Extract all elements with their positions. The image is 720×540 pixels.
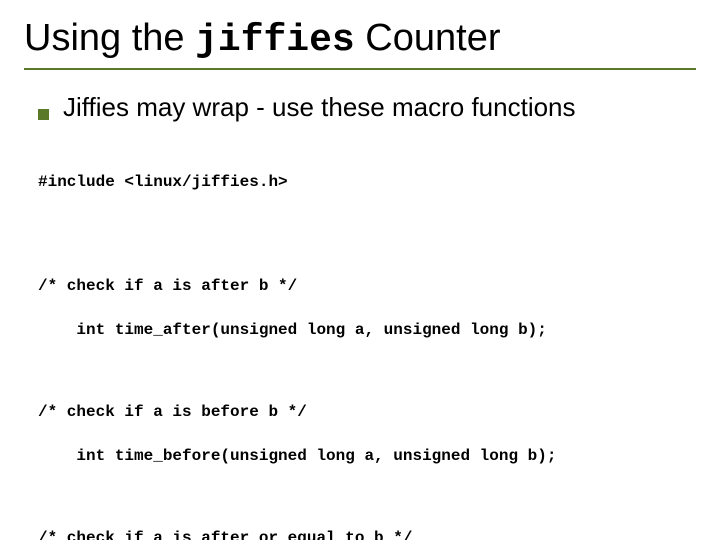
code-include: #include <linux/jiffies.h>	[38, 172, 696, 194]
bullet-square-icon	[38, 109, 49, 120]
code-decl-0: int time_after(unsigned long a, unsigned…	[76, 321, 546, 339]
title-block: Using the jiffies Counter	[24, 18, 696, 70]
slide-title: Using the jiffies Counter	[24, 18, 696, 62]
title-mono: jiffies	[195, 19, 355, 62]
code-comment-1: /* check if a is before b */	[38, 402, 696, 424]
bullet-text: Jiffies may wrap - use these macro funct…	[63, 92, 576, 123]
bullet-row: Jiffies may wrap - use these macro funct…	[38, 92, 696, 123]
slide: Using the jiffies Counter Jiffies may wr…	[0, 0, 720, 540]
title-suffix: Counter	[355, 17, 501, 59]
code-block: #include <linux/jiffies.h> /* check if a…	[38, 127, 696, 540]
code-comment-0: /* check if a is after b */	[38, 276, 696, 298]
code-decl-1: int time_before(unsigned long a, unsigne…	[76, 447, 556, 465]
title-prefix: Using the	[24, 17, 195, 59]
code-comment-2: /* check if a is after or equal to b */	[38, 528, 696, 540]
